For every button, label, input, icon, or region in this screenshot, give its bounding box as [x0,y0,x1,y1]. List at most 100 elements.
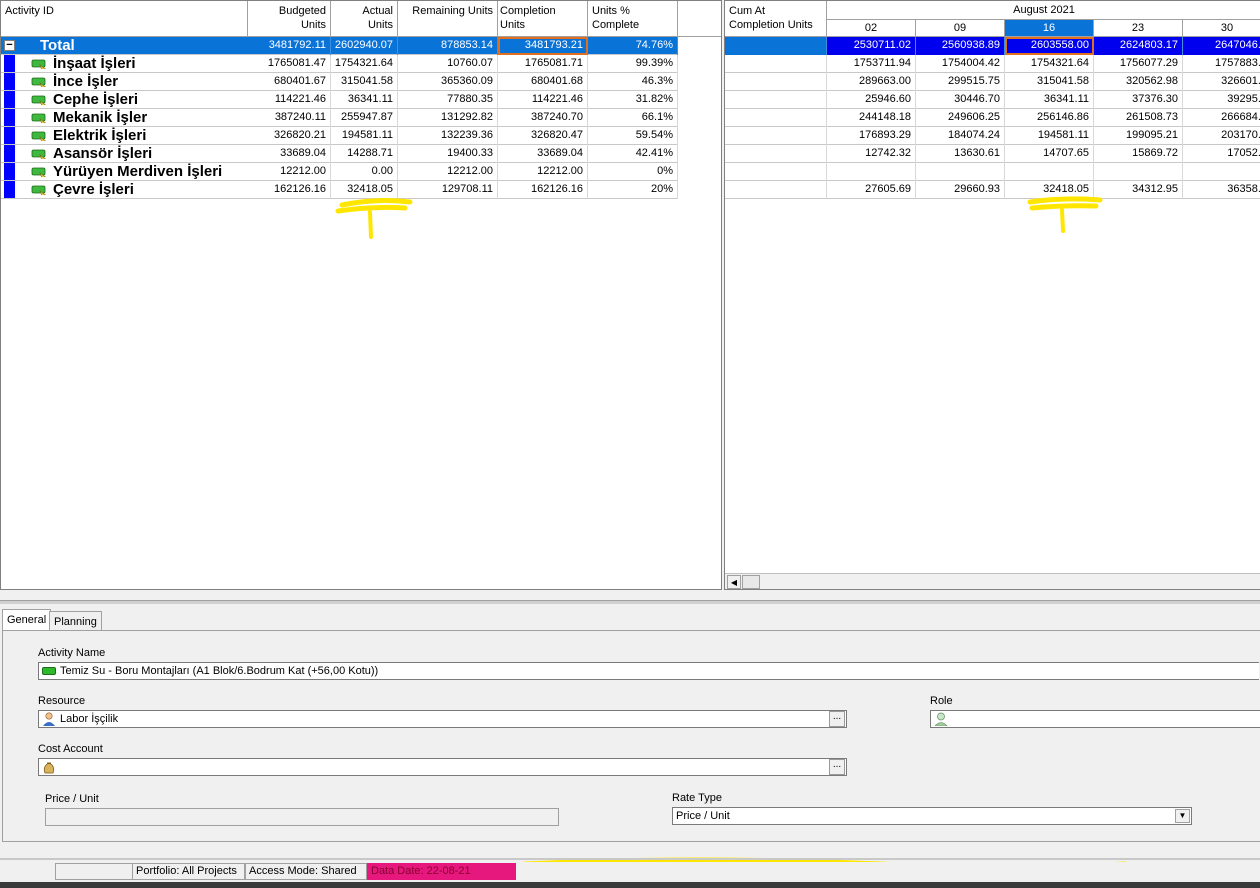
total-week-cell[interactable]: 2530711.02 [827,37,916,55]
wbs-row[interactable]: Cephe İşleri 114221.46 36341.11 77880.35 114… [1,91,678,109]
cell-actual[interactable]: 32418.05 [331,181,398,199]
week-header[interactable]: 23 [1094,20,1183,37]
total-week-cell[interactable]: 2603558.00 [1005,37,1094,55]
timescale-row[interactable]: 27605.6929660.9332418.0534312.9536358.2 [725,181,1260,199]
week-cell[interactable]: 30446.70 [916,91,1005,109]
cell-budgeted[interactable]: 387240.11 [248,109,331,127]
rate-type-select[interactable]: Price / Unit ▼ [672,807,1192,825]
wbs-row[interactable]: Yürüyen Merdiven İşleri 12212.00 0.00 12212… [1,163,678,181]
week-cell[interactable] [827,163,916,181]
week-cell[interactable]: 289663.00 [827,73,916,91]
cell-budgeted[interactable]: 162126.16 [248,181,331,199]
week-cell[interactable]: 13630.61 [916,145,1005,163]
cell-remaining[interactable]: 131292.82 [398,109,498,127]
cell-actual[interactable]: 194581.11 [331,127,398,145]
cell-remaining[interactable]: 77880.35 [398,91,498,109]
total-remaining[interactable]: 878853.14 [398,37,498,55]
week-cell[interactable]: 25946.60 [827,91,916,109]
col-header-units-pct-complete[interactable]: Units % Complete [588,1,678,37]
cum-cell[interactable] [725,181,827,199]
cum-cell[interactable] [725,73,827,91]
cell-pct[interactable]: 66.1% [588,109,678,127]
scroll-thumb[interactable] [742,575,760,589]
week-cell[interactable]: 17052.8 [1183,145,1260,163]
cum-cell[interactable] [725,163,827,181]
cum-cell[interactable] [725,55,827,73]
wbs-row[interactable]: Çevre İşleri 162126.16 32418.05 129708.11 16… [1,181,678,199]
role-field[interactable] [930,710,1260,728]
cell-remaining[interactable]: 10760.07 [398,55,498,73]
week-cell[interactable]: 27605.69 [827,181,916,199]
col-header-budgeted-units[interactable]: Budgeted Units [248,1,331,37]
week-cell[interactable]: 244148.18 [827,109,916,127]
week-cell[interactable]: 39295.4 [1183,91,1260,109]
cell-budgeted[interactable]: 326820.21 [248,127,331,145]
cell-completion[interactable]: 326820.47 [498,127,588,145]
week-cell[interactable]: 326601.2 [1183,73,1260,91]
cell-completion[interactable]: 33689.04 [498,145,588,163]
week-cell[interactable]: 299515.75 [916,73,1005,91]
week-header[interactable]: 02 [827,20,916,37]
scroll-left-icon[interactable]: ◀ [727,575,741,589]
week-cell[interactable]: 256146.86 [1005,109,1094,127]
cell-actual[interactable]: 315041.58 [331,73,398,91]
cell-completion[interactable]: 680401.68 [498,73,588,91]
cell-actual[interactable]: 14288.71 [331,145,398,163]
cell-remaining[interactable]: 19400.33 [398,145,498,163]
week-cell[interactable]: 37376.30 [1094,91,1183,109]
activity-grid[interactable]: Activity ID Budgeted Units Actual Units … [0,0,722,590]
timescale-row[interactable]: 25946.6030446.7036341.1137376.3039295.4 [725,91,1260,109]
cum-cell[interactable] [725,91,827,109]
week-cell[interactable]: 261508.73 [1094,109,1183,127]
total-completion[interactable]: 3481793.21 [498,37,588,55]
splitter[interactable] [0,600,1260,604]
col-header-activity-id[interactable]: Activity ID [1,1,248,37]
week-cell[interactable]: 320562.98 [1094,73,1183,91]
total-budgeted[interactable]: 3481792.11 [248,37,331,55]
cell-completion[interactable]: 12212.00 [498,163,588,181]
cell-pct[interactable]: 42.41% [588,145,678,163]
week-cell[interactable] [916,163,1005,181]
cell-completion[interactable]: 387240.70 [498,109,588,127]
week-cell[interactable]: 32418.05 [1005,181,1094,199]
timescale-row[interactable]: 12742.3213630.6114707.6515869.7217052.8 [725,145,1260,163]
week-cell[interactable] [1183,163,1260,181]
cell-completion[interactable]: 114221.46 [498,91,588,109]
cum-cell[interactable] [725,127,827,145]
cell-actual[interactable]: 1754321.64 [331,55,398,73]
cell-remaining[interactable]: 132239.36 [398,127,498,145]
week-cell[interactable]: 15869.72 [1094,145,1183,163]
week-cell[interactable]: 266684.6 [1183,109,1260,127]
horizontal-scrollbar[interactable]: ◀ [725,573,1260,589]
week-cell[interactable]: 29660.93 [916,181,1005,199]
week-cell[interactable]: 1757883.5 [1183,55,1260,73]
week-cell[interactable]: 199095.21 [1094,127,1183,145]
wbs-row[interactable]: Elektrik İşleri 326820.21 194581.11 132239.… [1,127,678,145]
cum-cell[interactable] [725,145,827,163]
week-cell[interactable]: 1753711.94 [827,55,916,73]
cell-pct[interactable]: 99.39% [588,55,678,73]
week-cell[interactable]: 249606.25 [916,109,1005,127]
week-cell[interactable]: 203170.6 [1183,127,1260,145]
collapse-toggle-icon[interactable]: − [4,40,15,51]
week-cell[interactable]: 1756077.29 [1094,55,1183,73]
cost-account-field[interactable]: ... [38,758,847,776]
chevron-down-icon[interactable]: ▼ [1175,809,1190,823]
cell-pct[interactable]: 31.82% [588,91,678,109]
activity-name-field[interactable]: Temiz Su - Boru Montajları (A1 Blok/6.Bo… [38,662,1259,680]
col-header-remaining-units[interactable]: Remaining Units [398,1,498,37]
cell-pct[interactable]: 20% [588,181,678,199]
week-cell[interactable]: 34312.95 [1094,181,1183,199]
cell-budgeted[interactable]: 680401.67 [248,73,331,91]
timescale-grid[interactable]: Cum At Completion Units August 2021 02 09… [724,0,1260,590]
cell-remaining[interactable]: 365360.09 [398,73,498,91]
cell-budgeted[interactable]: 33689.04 [248,145,331,163]
wbs-row[interactable]: Asansör İşleri 33689.04 14288.71 19400.33 33… [1,145,678,163]
timescale-row[interactable]: 176893.29 184074.24 194581.11 199095.21 2031… [725,127,1260,145]
wbs-row[interactable]: İnşaat İşleri 1765081.47 1754321.64 10760.0… [1,55,678,73]
cell-completion[interactable]: 1765081.71 [498,55,588,73]
timescale-total-row[interactable]: 2530711.02 2560938.89 2603558.00 2624803.17… [725,37,1260,55]
cell-remaining[interactable]: 129708.11 [398,181,498,199]
cell-pct[interactable]: 0% [588,163,678,181]
week-header[interactable]: 09 [916,20,1005,37]
